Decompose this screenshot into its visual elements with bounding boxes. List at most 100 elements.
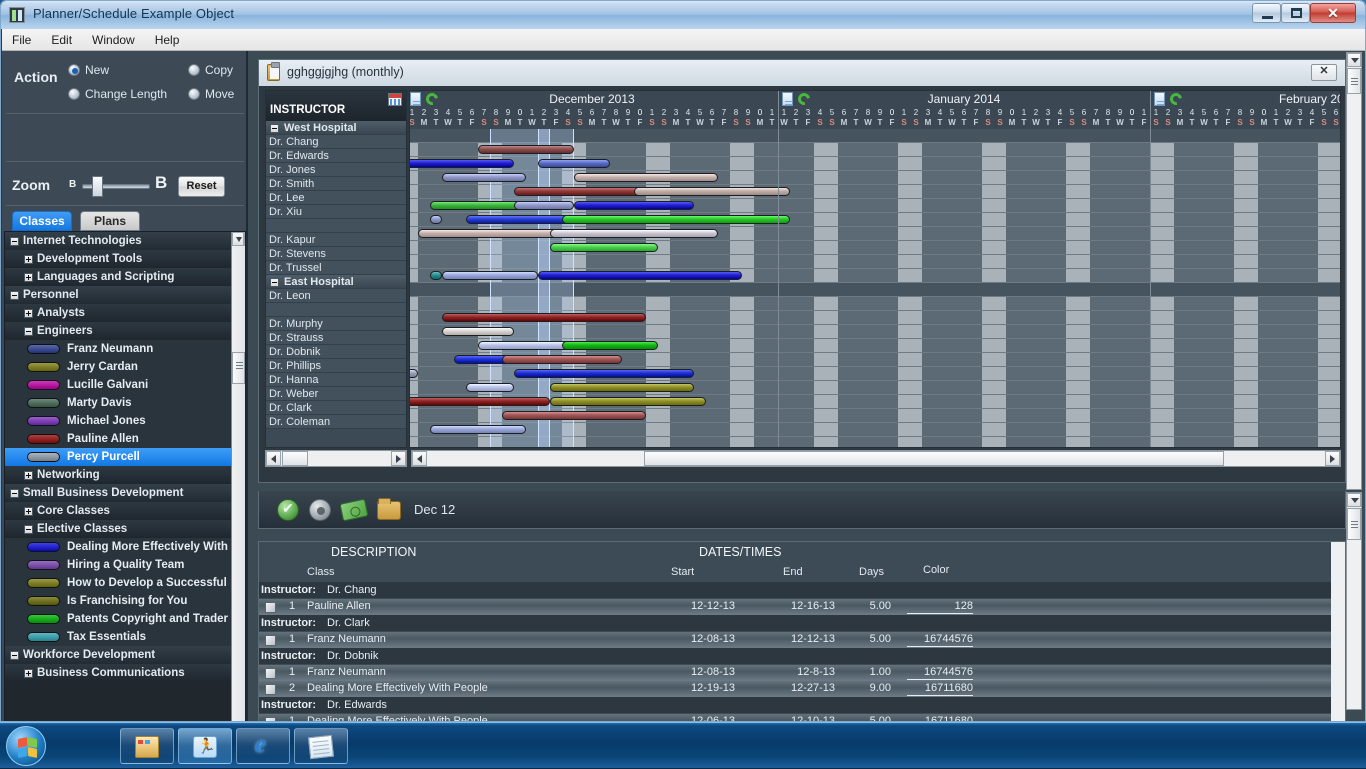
scroll-right-icon[interactable] [1325, 451, 1340, 466]
scroll-thumb[interactable] [282, 451, 308, 466]
row-checkbox[interactable] [265, 602, 276, 613]
collapse-icon[interactable] [270, 124, 279, 133]
gantt-bar[interactable] [574, 201, 694, 210]
gantt-close-button[interactable]: ✕ [1311, 64, 1337, 81]
tree-group[interactable]: Internet Technologies [5, 232, 233, 250]
collapse-icon[interactable] [270, 278, 279, 287]
settings-icon[interactable] [309, 499, 331, 521]
gantt-bar[interactable] [502, 355, 622, 364]
money-icon[interactable] [339, 498, 369, 522]
tree-leaf[interactable]: Hiring a Quality Team [5, 556, 233, 574]
gantt-bar[interactable] [502, 411, 646, 420]
gantt-bar[interactable] [574, 173, 718, 182]
gantt-bar[interactable] [538, 271, 742, 280]
menu-item-edit[interactable]: Edit [41, 29, 82, 50]
tree-leaf[interactable]: Patents Copyright and Trader [5, 610, 233, 628]
gantt-bar[interactable] [410, 369, 418, 378]
gantt-bar[interactable] [514, 201, 574, 210]
gantt-bar[interactable] [430, 215, 442, 224]
scroll-down-icon[interactable] [1347, 493, 1361, 507]
instructor-row[interactable]: Dr. Weber [266, 387, 406, 401]
expand-icon[interactable] [24, 507, 33, 516]
tree-leaf[interactable]: How to Develop a Successful [5, 574, 233, 592]
table-vscrollbar[interactable] [1346, 492, 1362, 710]
tree-leaf[interactable]: Jerry Cardan [5, 358, 233, 376]
instructor-group[interactable]: East Hospital [266, 275, 406, 289]
gantt-bar[interactable] [562, 215, 790, 224]
instructor-row[interactable]: Dr. Leon [266, 289, 406, 303]
taskbar-button-explorer[interactable] [120, 728, 174, 764]
table-row[interactable]: 1 Franz Neumann 12-08-13 12-8-13 1.00 1674457… [259, 665, 1345, 681]
taskbar-button-planner[interactable] [178, 728, 232, 764]
tree-group[interactable]: Development Tools [5, 250, 233, 268]
scroll-left-icon[interactable] [412, 451, 427, 466]
collapse-icon[interactable] [10, 291, 19, 300]
tab-plans[interactable]: Plans [80, 211, 140, 231]
tree-leaf[interactable]: Tax Essentials [5, 628, 233, 646]
tree-group[interactable]: Networking [5, 466, 233, 484]
tree-leaf[interactable]: Franz Neumann [5, 340, 233, 358]
tree-leaf[interactable]: Percy Purcell [5, 448, 233, 466]
instructor-row[interactable]: Dr. Lee [266, 191, 406, 205]
table-scrollbar[interactable] [1331, 542, 1345, 721]
instructor-row[interactable]: Dr. Smith [266, 177, 406, 191]
instructor-row[interactable]: Dr. Coleman [266, 415, 406, 429]
scroll-thumb[interactable] [644, 451, 1224, 466]
tree-group[interactable]: Small Business Development [5, 484, 233, 502]
gantt-bar[interactable] [634, 187, 790, 196]
maximize-button[interactable] [1281, 3, 1310, 23]
close-button[interactable]: ✕ [1310, 3, 1356, 23]
timeline-area[interactable]: December 2013 1 2 3 4 5 6 7 8 9 0 1 2 3 4 5 6 7 8 9 0 1 2 3 4 5 6 7… [409, 90, 1341, 448]
row-checkbox[interactable] [265, 668, 276, 679]
instructor-group[interactable]: West Hospital [266, 121, 406, 135]
collapse-icon[interactable] [24, 327, 33, 336]
taskbar-button-notepad[interactable] [294, 728, 348, 764]
gantt-bar[interactable] [550, 229, 718, 238]
table-row[interactable]: 2 Dealing More Effectively With People 12-… [259, 681, 1345, 697]
gantt-bar[interactable] [514, 369, 694, 378]
tree-leaf[interactable]: Lucille Galvani [5, 376, 233, 394]
scroll-down-icon[interactable] [1347, 53, 1361, 67]
tree-group[interactable]: Elective Classes [5, 520, 233, 538]
instructor-row[interactable]: Dr. Trussel [266, 261, 406, 275]
gantt-bar[interactable] [562, 341, 658, 350]
instructor-row[interactable]: Dr. Kapur [266, 233, 406, 247]
tree-group[interactable]: Workforce Development [5, 646, 233, 664]
instructor-row[interactable]: Dr. Hanna [266, 373, 406, 387]
instructor-row[interactable]: Dr. Murphy [266, 317, 406, 331]
zoom-reset-button[interactable]: Reset [178, 176, 225, 197]
menu-item-help[interactable]: Help [145, 29, 190, 50]
instructor-row[interactable]: Dr. Edwards [266, 149, 406, 163]
gantt-bar[interactable] [550, 397, 706, 406]
gantt-vscrollbar[interactable] [1346, 52, 1362, 490]
table-row[interactable]: 1 Franz Neumann 12-08-13 12-12-13 5.00 167445… [259, 632, 1345, 648]
gantt-bar[interactable] [550, 243, 658, 252]
instructor-row[interactable]: Dr. Jones [266, 163, 406, 177]
scroll-thumb[interactable] [1347, 68, 1361, 94]
instructor-row[interactable]: Dr. Clark [266, 401, 406, 415]
gantt-bar[interactable] [430, 271, 442, 280]
tree-group[interactable]: Languages and Scripting [5, 268, 233, 286]
tree-group[interactable]: Analysts [5, 304, 233, 322]
row-checkbox[interactable] [265, 684, 276, 695]
instructor-row[interactable]: Dr. Xiu [266, 205, 406, 219]
collapse-icon[interactable] [10, 651, 19, 660]
instructor-row[interactable]: Dr. Chang [266, 135, 406, 149]
expand-icon[interactable] [24, 309, 33, 318]
tree-scrollbar[interactable] [231, 232, 245, 721]
start-button[interactable] [6, 726, 46, 766]
expand-icon[interactable] [24, 669, 33, 678]
timeline-hscrollbar[interactable] [411, 450, 1341, 467]
tree-scroll-thumb[interactable] [232, 352, 245, 384]
expand-icon[interactable] [24, 471, 33, 480]
taskbar-button-internet-explorer[interactable] [236, 728, 290, 764]
minimize-button[interactable] [1252, 3, 1281, 23]
tree-group[interactable]: Core Classes [5, 502, 233, 520]
tree-group[interactable]: Personnel [5, 286, 233, 304]
calendar-icon[interactable] [388, 93, 402, 106]
row-checkbox[interactable] [265, 635, 276, 646]
chart-grid[interactable] [410, 129, 1340, 447]
gantt-bar[interactable] [430, 425, 526, 434]
collapse-icon[interactable] [10, 237, 19, 246]
tab-classes[interactable]: Classes [12, 211, 72, 231]
